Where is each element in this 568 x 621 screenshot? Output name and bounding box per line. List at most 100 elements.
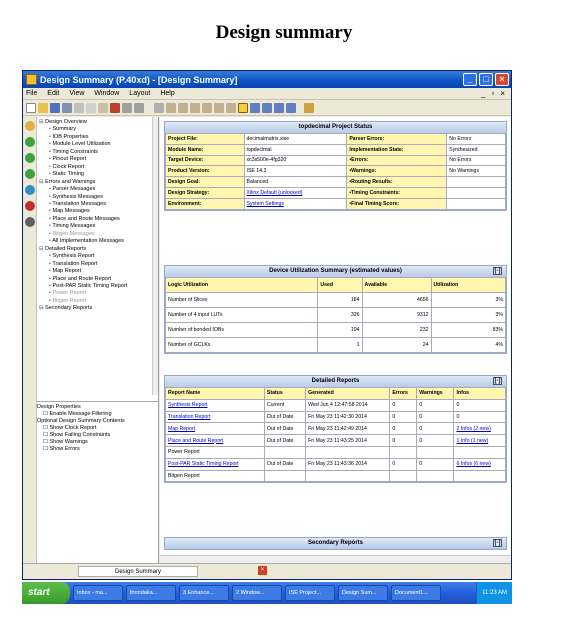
taskbar-item[interactable]: thondaka... [126, 585, 176, 601]
tree-item[interactable]: Synthesis Report [37, 253, 158, 260]
menu-edit[interactable]: Edit [47, 90, 59, 97]
close-button[interactable]: × [495, 73, 509, 86]
tree-item[interactable]: Map Report [37, 268, 158, 275]
tree-item[interactable]: Map Messages [37, 208, 158, 215]
report-name-link[interactable]: Place and Route Report [165, 434, 265, 447]
run-icon[interactable] [25, 137, 35, 147]
report-name-link[interactable]: Map Report [165, 422, 265, 436]
report-cell[interactable]: 2 Infos (2 new) [453, 422, 506, 436]
maximize-button[interactable]: □ [479, 73, 493, 86]
design-summary-icon[interactable] [238, 102, 248, 113]
show-warnings-checkbox[interactable]: Show Warnings [37, 439, 158, 446]
tree-item[interactable]: Parser Messages [37, 186, 158, 193]
tree-item[interactable]: Translation Messages [37, 201, 158, 208]
status-value[interactable]: Xilinx Default (unlocked) [243, 186, 348, 199]
tool-3-icon[interactable] [190, 102, 200, 113]
tree-item[interactable]: Static Timing [37, 171, 158, 178]
delete-icon[interactable] [110, 102, 120, 113]
tree-item[interactable]: Synthesis Messages [37, 194, 158, 201]
main-scrollbar[interactable] [160, 555, 511, 563]
utilization-collapse-button[interactable]: [-] [493, 267, 502, 275]
status-value[interactable]: System Settings [243, 197, 348, 210]
stop-icon[interactable] [25, 201, 35, 211]
tree-group[interactable]: Design Overview [37, 119, 158, 126]
tree-item[interactable]: Place and Route Messages [37, 216, 158, 223]
taskbar-item[interactable]: 3 Enhance... [179, 585, 229, 601]
help-icon[interactable] [304, 102, 314, 113]
save-all-icon[interactable] [62, 102, 72, 113]
refresh-icon[interactable] [25, 185, 35, 195]
taskbar-item[interactable]: 2 Window... [232, 585, 282, 601]
tree-group[interactable]: Secondary Reports [37, 305, 158, 312]
secondary-collapse-button[interactable]: [-] [493, 539, 502, 547]
rerun-icon[interactable] [25, 153, 35, 163]
show-clock-report-checkbox[interactable]: Show Clock Report [37, 425, 158, 432]
report-name-link[interactable]: Post-PAR Static Timing Report [165, 457, 265, 471]
paste-icon[interactable] [98, 102, 108, 113]
tree-item[interactable]: Timing Constraints [37, 149, 158, 156]
doc-close-icon[interactable]: × [500, 89, 505, 98]
open-folder-icon[interactable] [38, 102, 48, 113]
report-name-link[interactable]: Translation Report [165, 410, 265, 424]
report-cell[interactable]: 6 Infos (6 new) [453, 457, 506, 471]
utilization-cell: 3% [430, 307, 506, 323]
tree-item[interactable]: Place and Route Report [37, 276, 158, 283]
menu-help[interactable]: Help [160, 90, 174, 97]
tool-1-icon[interactable] [166, 102, 176, 113]
undo-icon[interactable] [122, 102, 132, 113]
tree-group[interactable]: Detailed Reports [37, 246, 158, 253]
menu-layout[interactable]: Layout [129, 90, 150, 97]
taskbar-item[interactable]: Document1... [391, 585, 441, 601]
show-failing-constraints-checkbox[interactable]: Show Failing Constraints [37, 432, 158, 439]
tree-item[interactable]: Power Report [37, 290, 158, 297]
report-cell[interactable]: 1 Info (1 new) [453, 434, 506, 447]
tool-4-icon[interactable] [202, 102, 212, 113]
tree-group[interactable]: Errors and Warnings [37, 179, 158, 186]
layout-4-icon[interactable] [286, 102, 296, 113]
doc-restore-icon[interactable]: ▫ [491, 89, 494, 98]
layout-2-icon[interactable] [262, 102, 272, 113]
step-icon[interactable] [25, 169, 35, 179]
tree-item[interactable]: Pinout Report [37, 156, 158, 163]
more-icon[interactable] [154, 102, 164, 113]
tool-6-icon[interactable] [226, 102, 236, 113]
design-icon[interactable] [25, 121, 35, 131]
tree-item[interactable]: All Implementation Messages [37, 238, 158, 245]
tree-item[interactable]: Timing Messages [37, 223, 158, 230]
status-value: decimalmatrix.xise [243, 133, 348, 145]
save-icon[interactable] [50, 102, 60, 113]
new-file-icon[interactable] [26, 102, 36, 113]
report-name-link[interactable]: Synthesis Report [165, 398, 265, 412]
tree-item[interactable]: Summary [37, 126, 158, 133]
menu-window[interactable]: Window [94, 90, 119, 97]
tree-scrollbar[interactable] [152, 117, 158, 395]
layout-1-icon[interactable] [250, 102, 260, 113]
tree-item[interactable]: Post-PAR Static Timing Report [37, 283, 158, 290]
doc-minimize-icon[interactable]: _ [481, 89, 485, 98]
hierarchy-icon[interactable] [25, 217, 35, 227]
close-tab-icon[interactable]: × [258, 566, 267, 575]
tree-item[interactable]: Translation Report [37, 261, 158, 268]
minimize-button[interactable]: _ [463, 73, 477, 86]
tree-item[interactable]: IOB Properties [37, 134, 158, 141]
reports-collapse-button[interactable]: [-] [493, 377, 502, 385]
copy-icon[interactable] [86, 102, 96, 113]
enable-filtering-checkbox[interactable]: Enable Message Filtering [37, 411, 158, 418]
taskbar-item[interactable]: ISE Project... [285, 585, 335, 601]
menu-view[interactable]: View [69, 90, 84, 97]
show-errors-checkbox[interactable]: Show Errors [37, 446, 158, 453]
start-button[interactable]: start [22, 582, 70, 604]
tab-design-summary[interactable]: Design Summary [78, 566, 198, 577]
layout-3-icon[interactable] [274, 102, 284, 113]
tree-item[interactable]: Bitgen Report [37, 298, 158, 305]
tool-5-icon[interactable] [214, 102, 224, 113]
tree-item[interactable]: Bitgen Messages [37, 231, 158, 238]
taskbar-item[interactable]: Inbox - ma... [73, 585, 123, 601]
taskbar-item[interactable]: Design Sum... [338, 585, 388, 601]
cut-icon[interactable] [74, 102, 84, 113]
tool-2-icon[interactable] [178, 102, 188, 113]
redo-icon[interactable] [134, 102, 144, 113]
menu-file[interactable]: File [26, 90, 37, 97]
tree-item[interactable]: Clock Report [37, 164, 158, 171]
tree-item[interactable]: Module Level Utilization [37, 141, 158, 148]
